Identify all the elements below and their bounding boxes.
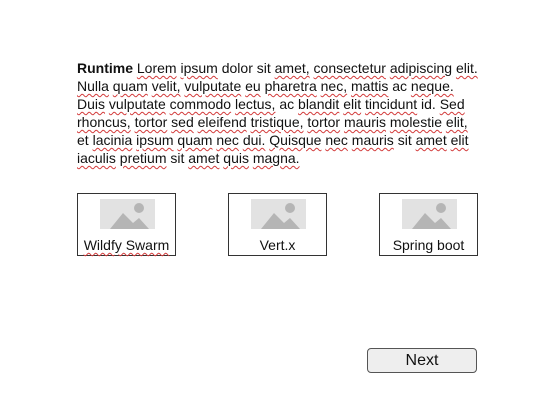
paragraph-word: Sed	[439, 96, 465, 112]
paragraph-word: tortor	[307, 114, 341, 130]
paragraph-word: Lorem	[136, 60, 177, 76]
paragraph-word: pharetra	[264, 78, 317, 94]
paragraph-word: ac	[279, 96, 295, 112]
paragraph-word: vulputate	[108, 96, 166, 112]
paragraph-word: sit	[170, 150, 185, 166]
paragraph-word: blandit	[298, 96, 340, 112]
paragraph-word: commodo	[169, 96, 232, 112]
paragraph-word: tincidunt	[364, 96, 418, 112]
paragraph-word: neque.	[410, 78, 454, 94]
paragraph-word: nec,	[320, 78, 348, 94]
paragraph-word: id.	[421, 96, 436, 112]
paragraph-word: sit	[256, 60, 271, 76]
paragraph-word: molestie	[389, 114, 443, 130]
paragraph-word: dui.	[242, 132, 266, 148]
paragraph-lead-word: Runtime	[77, 60, 133, 76]
paragraph-word: mauris	[343, 114, 386, 130]
paragraph-word: Nulla	[77, 78, 109, 94]
paragraph-word: Duis	[77, 96, 106, 112]
paragraph-word: sit	[397, 132, 412, 148]
option-label: Vert.x	[259, 237, 296, 253]
paragraph-word: iaculis	[77, 150, 116, 166]
paragraph-word: mattis	[351, 78, 389, 94]
description-paragraph: Runtime Lorem ipsum dolor sit amet, cons…	[77, 59, 479, 167]
paragraph-body: Lorem ipsum dolor sit amet, consectetur …	[77, 60, 478, 166]
paragraph-word: amet	[415, 132, 447, 148]
paragraph-word: ipsum	[136, 132, 174, 148]
paragraph-word: ipsum	[180, 60, 218, 76]
paragraph-word: adipiscing	[389, 60, 453, 76]
paragraph-word: eu	[245, 78, 261, 94]
paragraph-word: nec	[325, 132, 348, 148]
paragraph-word: dolor	[221, 60, 253, 76]
option-card-spring-boot[interactable]: Spring boot	[379, 193, 478, 256]
paragraph-word: quam	[112, 78, 148, 94]
paragraph-word: tortor	[134, 114, 168, 130]
paragraph-word: amet	[188, 150, 220, 166]
paragraph-word: vulputate	[184, 78, 242, 94]
paragraph-word: eleifend	[197, 114, 247, 130]
paragraph-word: ac	[392, 78, 408, 94]
paragraph-word: elit,	[445, 114, 468, 130]
option-card-vertx[interactable]: Vert.x	[228, 193, 327, 256]
image-placeholder-icon	[251, 199, 306, 229]
paragraph-word: tristique,	[250, 114, 304, 130]
paragraph-word: lectus,	[234, 96, 276, 112]
option-card-wildfly-swarm[interactable]: Wildfy Swarm	[77, 193, 176, 256]
paragraph-word: pretium	[119, 150, 167, 166]
paragraph-word: elit.	[455, 60, 478, 76]
paragraph-word: velit,	[151, 78, 181, 94]
paragraph-word: sed	[171, 114, 194, 130]
option-label: Wildfy Swarm	[83, 237, 170, 253]
paragraph-word: Quisque	[269, 132, 322, 148]
paragraph-word: consectetur	[313, 60, 386, 76]
paragraph-word: amet,	[274, 60, 310, 76]
paragraph-word: magna.	[252, 150, 300, 166]
paragraph-word: elit	[450, 132, 469, 148]
paragraph-word: nec	[216, 132, 239, 148]
paragraph-word: lacinia	[92, 132, 133, 148]
paragraph-word: mauris	[351, 132, 394, 148]
image-placeholder-icon	[100, 199, 155, 229]
paragraph-word: quis	[223, 150, 249, 166]
paragraph-word: rhoncus,	[77, 114, 131, 130]
image-placeholder-icon	[402, 199, 457, 229]
option-label: Spring boot	[392, 237, 465, 253]
paragraph-word: elit	[343, 96, 362, 112]
paragraph-word: et	[77, 132, 89, 148]
next-button[interactable]: Next	[367, 348, 477, 373]
paragraph-word: quam	[177, 132, 213, 148]
